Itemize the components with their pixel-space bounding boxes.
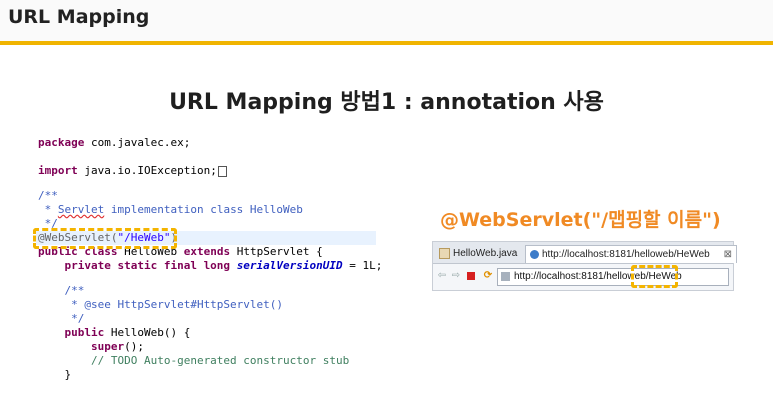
slide-title: URL Mapping 방법1 : annotation 사용 bbox=[169, 90, 604, 115]
code-line-todo: // TODO Auto-generated constructor stub bbox=[38, 354, 350, 367]
annotation-highlight-box bbox=[33, 228, 177, 249]
code-line-comment-open: /** bbox=[38, 189, 58, 202]
webservlet-callout: @WebServlet("/맵핑할 이름") bbox=[440, 209, 721, 231]
code-line-doc-open: /** bbox=[38, 284, 85, 297]
code-line-import: import java.io.IOException; bbox=[38, 164, 227, 178]
stop-icon[interactable] bbox=[467, 272, 475, 280]
nav-bar: ⇦ ⇨ ⟳ http://localhost:8181/helloweb/HeW… bbox=[433, 264, 733, 290]
url-highlight-box bbox=[631, 265, 678, 288]
globe-icon bbox=[530, 249, 539, 259]
header-title: URL Mapping bbox=[8, 6, 150, 28]
close-tab-icon[interactable]: ⊠ bbox=[724, 246, 732, 263]
code-line-package: package com.javalec.ex; bbox=[38, 136, 191, 149]
tab-browser-page[interactable]: http://localhost:8181/helloweb/HeWeb ⊠ bbox=[525, 245, 737, 263]
code-editor: package com.javalec.ex; import java.io.I… bbox=[33, 132, 383, 382]
back-icon[interactable]: ⇦ bbox=[437, 271, 447, 281]
slide-header: URL Mapping bbox=[0, 0, 773, 45]
code-line-constructor: public HelloWeb() { bbox=[38, 326, 191, 339]
tab-bar: HelloWeb.java http://localhost:8181/hell… bbox=[433, 242, 737, 264]
code-line-doc-see: * @see HttpServlet#HttpServlet() bbox=[38, 298, 284, 311]
code-line-doc-close: */ bbox=[38, 312, 85, 325]
header-rule bbox=[0, 41, 773, 45]
forward-icon[interactable]: ⇨ bbox=[451, 271, 461, 281]
url-input[interactable]: http://localhost:8181/helloweb/HeWeb bbox=[497, 268, 729, 286]
collapse-marker-icon bbox=[217, 165, 227, 177]
code-line-comment-body: * Servlet implementation class HelloWeb bbox=[38, 203, 303, 216]
refresh-icon[interactable]: ⟳ bbox=[483, 271, 493, 281]
tab-helloweb-java[interactable]: HelloWeb.java bbox=[435, 245, 527, 262]
code-line-close-brace: } bbox=[38, 368, 72, 381]
code-line-super: super(); bbox=[38, 340, 144, 353]
code-line-field: private static final long serialVersionU… bbox=[38, 259, 383, 272]
browser-window: HelloWeb.java http://localhost:8181/hell… bbox=[432, 241, 737, 291]
java-file-icon bbox=[439, 247, 450, 259]
page-icon bbox=[501, 272, 510, 281]
